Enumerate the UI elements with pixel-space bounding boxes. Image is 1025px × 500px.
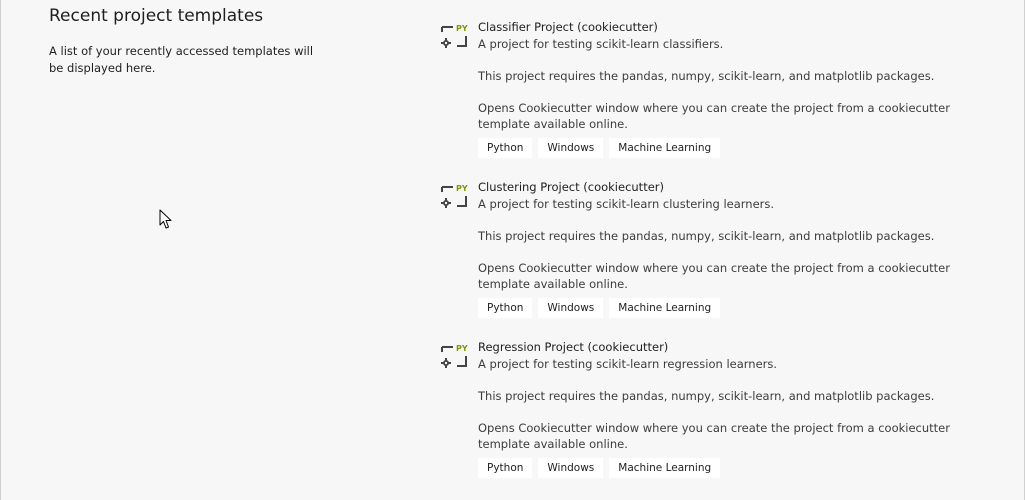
template-tags: Python Windows Machine Learning — [478, 298, 958, 318]
tag-windows: Windows — [538, 138, 604, 158]
tag-python: Python — [478, 298, 533, 318]
tag-windows: Windows — [538, 458, 604, 478]
tag-python: Python — [478, 138, 533, 158]
python-project-icon: PY — [441, 24, 468, 48]
tag-python: Python — [478, 458, 533, 478]
tag-machine-learning: Machine Learning — [609, 458, 721, 478]
template-title: Clustering Project (cookiecutter) — [478, 180, 664, 194]
template-summary: A project for testing scikit-learn class… — [478, 37, 724, 51]
tag-windows: Windows — [538, 298, 604, 318]
window-border-left — [0, 0, 1, 500]
template-requirements: This project requires the pandas, numpy,… — [478, 229, 935, 243]
python-project-icon: PY — [441, 344, 468, 368]
template-tags: Python Windows Machine Learning — [478, 138, 958, 158]
template-requirements: This project requires the pandas, numpy,… — [478, 69, 935, 83]
svg-text:PY: PY — [456, 344, 468, 353]
template-open-note: Opens Cookiecutter window where you can … — [478, 101, 950, 131]
template-open-note: Opens Cookiecutter window where you can … — [478, 261, 950, 291]
template-requirements: This project requires the pandas, numpy,… — [478, 389, 935, 403]
svg-text:PY: PY — [456, 184, 468, 193]
tag-machine-learning: Machine Learning — [609, 138, 721, 158]
template-title: Classifier Project (cookiecutter) — [478, 20, 658, 34]
template-title: Regression Project (cookiecutter) — [478, 340, 669, 354]
tag-machine-learning: Machine Learning — [609, 298, 721, 318]
template-summary: A project for testing scikit-learn clust… — [478, 197, 775, 211]
recent-templates-heading: Recent project templates — [49, 6, 264, 26]
template-open-note: Opens Cookiecutter window where you can … — [478, 421, 950, 451]
recent-templates-empty-message: A list of your recently accessed templat… — [49, 44, 314, 75]
template-list: PY Classifier Project (cookiecutter) A p… — [437, 20, 997, 500]
svg-text:PY: PY — [456, 24, 468, 33]
template-item-regression[interactable]: PY Regression Project (cookiecutter) A p… — [437, 340, 997, 500]
mouse-pointer-icon — [159, 209, 172, 229]
template-item-classifier[interactable]: PY Classifier Project (cookiecutter) A p… — [437, 20, 997, 180]
template-item-clustering[interactable]: PY Clustering Project (cookiecutter) A p… — [437, 180, 997, 340]
template-tags: Python Windows Machine Learning — [478, 458, 958, 478]
python-project-icon: PY — [441, 184, 468, 208]
template-summary: A project for testing scikit-learn regre… — [478, 357, 778, 371]
